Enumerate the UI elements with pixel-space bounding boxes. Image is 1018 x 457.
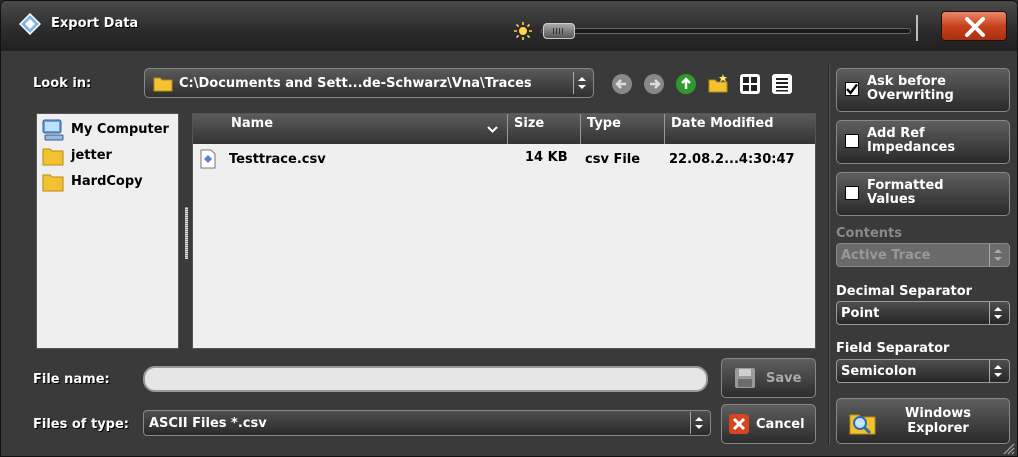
title-bar[interactable]: Export Data bbox=[1, 1, 1017, 51]
window-title: Export Data bbox=[51, 16, 139, 31]
field-separator-value: Semicolon bbox=[841, 364, 917, 379]
transparency-slider[interactable] bbox=[541, 23, 911, 39]
file-list-header: Name Size Type Date Modified bbox=[193, 114, 815, 144]
forward-icon[interactable] bbox=[643, 73, 665, 95]
sidebar-item-jetter[interactable]: jetter bbox=[41, 144, 176, 168]
contents-combo: Active Trace bbox=[836, 243, 1010, 267]
column-header-size[interactable]: Size bbox=[508, 114, 581, 144]
file-list: Name Size Type Date Modified Testtrace.c… bbox=[192, 113, 816, 349]
combo-arrow[interactable] bbox=[989, 302, 1005, 324]
contents-label: Contents bbox=[836, 226, 902, 241]
brightness-icon bbox=[514, 22, 532, 40]
column-header-name[interactable]: Name bbox=[193, 114, 508, 144]
file-type-value: ASCII Files *.csv bbox=[149, 416, 267, 431]
checkmark-icon bbox=[846, 83, 858, 95]
look-in-label: Look in: bbox=[33, 76, 92, 91]
slider-thumb[interactable] bbox=[543, 23, 575, 39]
folder-icon bbox=[42, 174, 64, 192]
sidebar-item-label: My Computer bbox=[71, 122, 169, 137]
sidebar-resize-handle[interactable] bbox=[185, 207, 188, 259]
file-date-cell: 22.08.2...4:30:47 bbox=[669, 152, 795, 167]
option-label: Formatted Values bbox=[867, 178, 944, 207]
decimal-separator-value: Point bbox=[841, 306, 880, 321]
sidebar-item-hardcopy[interactable]: HardCopy bbox=[41, 170, 176, 194]
file-type-label: Files of type: bbox=[33, 417, 129, 432]
resize-grip-icon[interactable] bbox=[1001, 441, 1015, 455]
places-sidebar: My Computer jetter HardCopy bbox=[36, 113, 179, 349]
floppy-disk-icon bbox=[735, 368, 755, 388]
sidebar-item-label: jetter bbox=[71, 148, 112, 163]
field-separator-combo[interactable]: Semicolon bbox=[836, 359, 1010, 383]
explorer-label: Windows Explorer bbox=[905, 406, 972, 436]
updown-arrow-icon bbox=[994, 249, 1002, 261]
csv-file-icon bbox=[200, 149, 216, 169]
updown-arrow-icon bbox=[994, 365, 1002, 377]
look-in-path: C:\Documents and Sett...de-Schwarz\Vna\T… bbox=[179, 76, 532, 91]
file-type-combo[interactable]: ASCII Files *.csv bbox=[143, 410, 711, 436]
cancel-button[interactable]: Cancel bbox=[721, 404, 816, 444]
title-separator bbox=[916, 15, 918, 41]
add-ref-impedances-toggle[interactable]: Add Ref Impedances bbox=[836, 120, 1010, 164]
ask-before-overwriting-toggle[interactable]: Ask before Overwriting bbox=[836, 68, 1010, 112]
cancel-label: Cancel bbox=[756, 417, 805, 432]
list-view-icon[interactable] bbox=[739, 73, 761, 95]
close-button[interactable] bbox=[941, 11, 1007, 41]
look-in-combo[interactable]: C:\Documents and Sett...de-Schwarz\Vna\T… bbox=[144, 68, 594, 98]
column-header-type[interactable]: Type bbox=[581, 114, 665, 144]
combo-arrow[interactable] bbox=[989, 360, 1005, 382]
table-row[interactable]: Testtrace.csv 14 KB csv File 22.08.2...4… bbox=[193, 146, 815, 170]
new-folder-icon[interactable] bbox=[707, 73, 729, 95]
options-separator bbox=[828, 65, 830, 445]
back-icon[interactable] bbox=[611, 73, 633, 95]
file-name-label: File name: bbox=[33, 372, 110, 387]
updown-arrow-icon bbox=[695, 417, 703, 429]
option-label: Ask before Overwriting bbox=[867, 74, 954, 103]
column-header-date-modified[interactable]: Date Modified bbox=[665, 114, 817, 144]
slider-track bbox=[541, 28, 911, 34]
sidebar-item-my-computer[interactable]: My Computer bbox=[41, 118, 176, 142]
checkbox-unchecked bbox=[845, 134, 859, 148]
explorer-magnifier-icon bbox=[849, 414, 876, 435]
folder-icon bbox=[153, 77, 173, 92]
cancel-x-icon bbox=[729, 414, 749, 434]
combo-arrow[interactable] bbox=[690, 412, 706, 434]
combo-arrow bbox=[989, 244, 1005, 266]
combo-arrow[interactable] bbox=[573, 72, 589, 94]
formatted-values-toggle[interactable]: Formatted Values bbox=[836, 172, 1010, 216]
contents-value: Active Trace bbox=[841, 248, 931, 263]
save-button[interactable]: Save bbox=[721, 358, 816, 398]
option-label: Add Ref Impedances bbox=[867, 126, 956, 155]
file-browser-panel: Look in: C:\Documents and Sett...de-Schw… bbox=[19, 59, 825, 449]
checkbox-checked bbox=[845, 82, 859, 96]
export-data-dialog: Export Data Look in: C:\Documents and Se… bbox=[0, 0, 1018, 457]
decimal-separator-combo[interactable]: Point bbox=[836, 301, 1010, 325]
file-name-input[interactable] bbox=[143, 366, 708, 392]
computer-icon bbox=[42, 119, 64, 141]
sort-chevron-icon bbox=[487, 126, 498, 133]
file-size-cell: 14 KB bbox=[525, 150, 568, 165]
checkbox-unchecked bbox=[845, 186, 859, 200]
updown-arrow-icon bbox=[994, 307, 1002, 319]
up-folder-icon[interactable] bbox=[675, 73, 697, 95]
save-label: Save bbox=[766, 371, 802, 386]
sidebar-item-label: HardCopy bbox=[71, 174, 143, 189]
detail-view-icon[interactable] bbox=[771, 73, 793, 95]
close-icon bbox=[965, 17, 985, 37]
updown-arrow-icon bbox=[578, 77, 586, 89]
file-name-cell: Testtrace.csv bbox=[229, 152, 326, 167]
decimal-separator-label: Decimal Separator bbox=[836, 284, 973, 299]
field-separator-label: Field Separator bbox=[836, 341, 950, 356]
folder-icon bbox=[42, 148, 64, 166]
file-type-cell: csv File bbox=[585, 152, 641, 167]
windows-explorer-button[interactable]: Windows Explorer bbox=[836, 398, 1010, 444]
app-diamond-icon bbox=[19, 13, 41, 35]
